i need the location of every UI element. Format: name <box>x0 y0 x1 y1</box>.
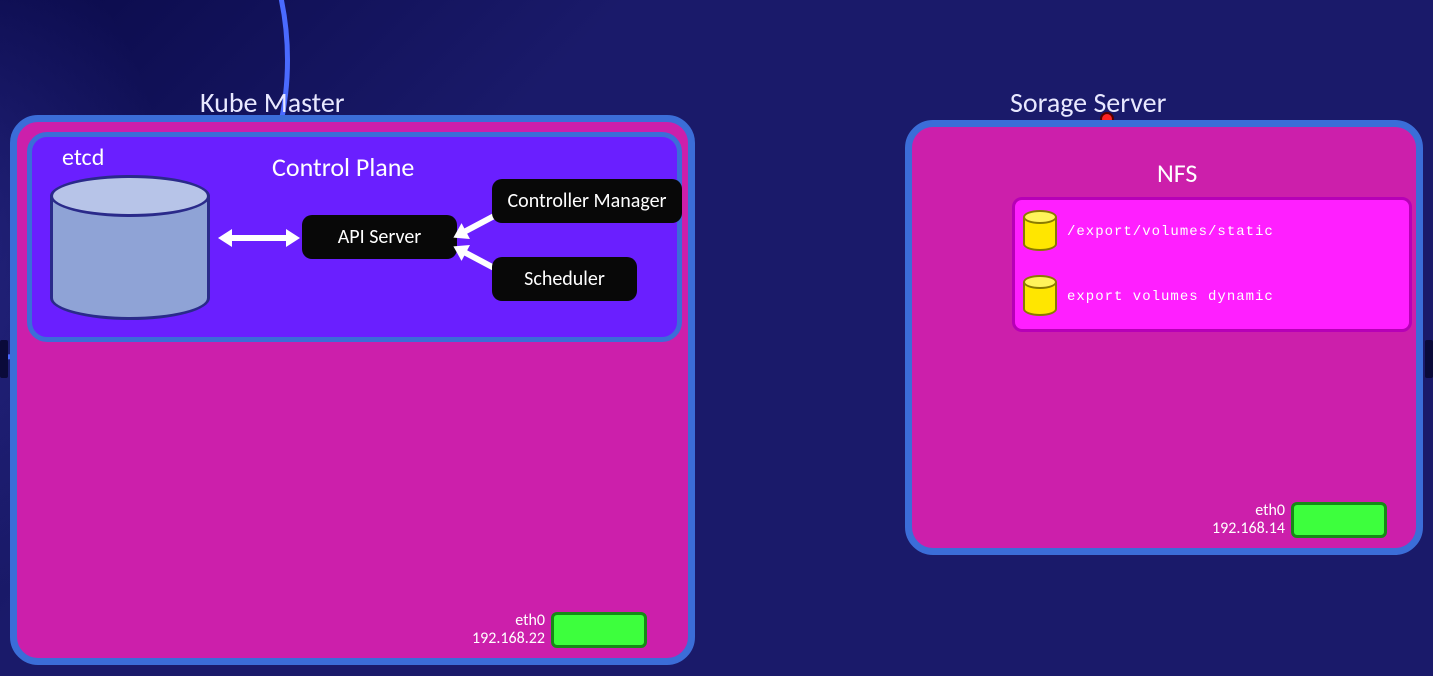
controller-manager-label: Controller Manager <box>508 189 667 213</box>
etcd-label: etcd <box>62 143 104 172</box>
nfs-panel: /export/volumes/static export volumes dy… <box>1012 197 1412 332</box>
nfs-volume-row: export volumes dynamic <box>1023 275 1274 319</box>
kube-nic-ip: 192.168.22 <box>472 630 545 648</box>
nfs-volume-row: /export/volumes/static <box>1023 210 1274 254</box>
etcd-database-icon <box>50 175 210 325</box>
arrow-etcd-apiserver <box>230 235 288 241</box>
nfs-volume-path: /export/volumes/static <box>1067 224 1274 240</box>
kube-nic-iface: eth0 <box>472 612 545 630</box>
nfs-volume-path: export volumes dynamic <box>1067 289 1274 305</box>
right-edge-tab <box>1425 340 1433 378</box>
api-server-label: API Server <box>338 225 422 249</box>
storage-server-panel: NFS /export/volumes/static export volume… <box>905 120 1423 555</box>
network-interface-icon <box>1291 502 1387 538</box>
left-edge-tab <box>0 340 8 378</box>
volume-disk-icon <box>1023 275 1057 319</box>
kube-nic-text: eth0 192.168.22 <box>472 612 545 647</box>
controller-manager-box: Controller Manager <box>492 179 682 223</box>
nfs-title: NFS <box>1157 157 1197 189</box>
volume-disk-icon <box>1023 210 1057 254</box>
kube-master-panel: etcd Control Plane API Server Controller… <box>10 115 695 665</box>
network-interface-icon <box>551 612 647 648</box>
control-plane-title: Control Plane <box>272 151 414 183</box>
storage-nic-iface: eth0 <box>1212 502 1285 520</box>
storage-nic: eth0 192.168.14 <box>1212 502 1387 538</box>
scheduler-box: Scheduler <box>492 257 637 301</box>
control-plane-panel: etcd Control Plane API Server Controller… <box>27 132 682 342</box>
scheduler-label: Scheduler <box>524 267 605 291</box>
kube-nic: eth0 192.168.22 <box>472 612 647 648</box>
storage-nic-ip: 192.168.14 <box>1212 520 1285 538</box>
storage-server-title: Sorage Server <box>1010 85 1166 120</box>
api-server-box: API Server <box>302 215 457 259</box>
storage-nic-text: eth0 192.168.14 <box>1212 502 1285 537</box>
